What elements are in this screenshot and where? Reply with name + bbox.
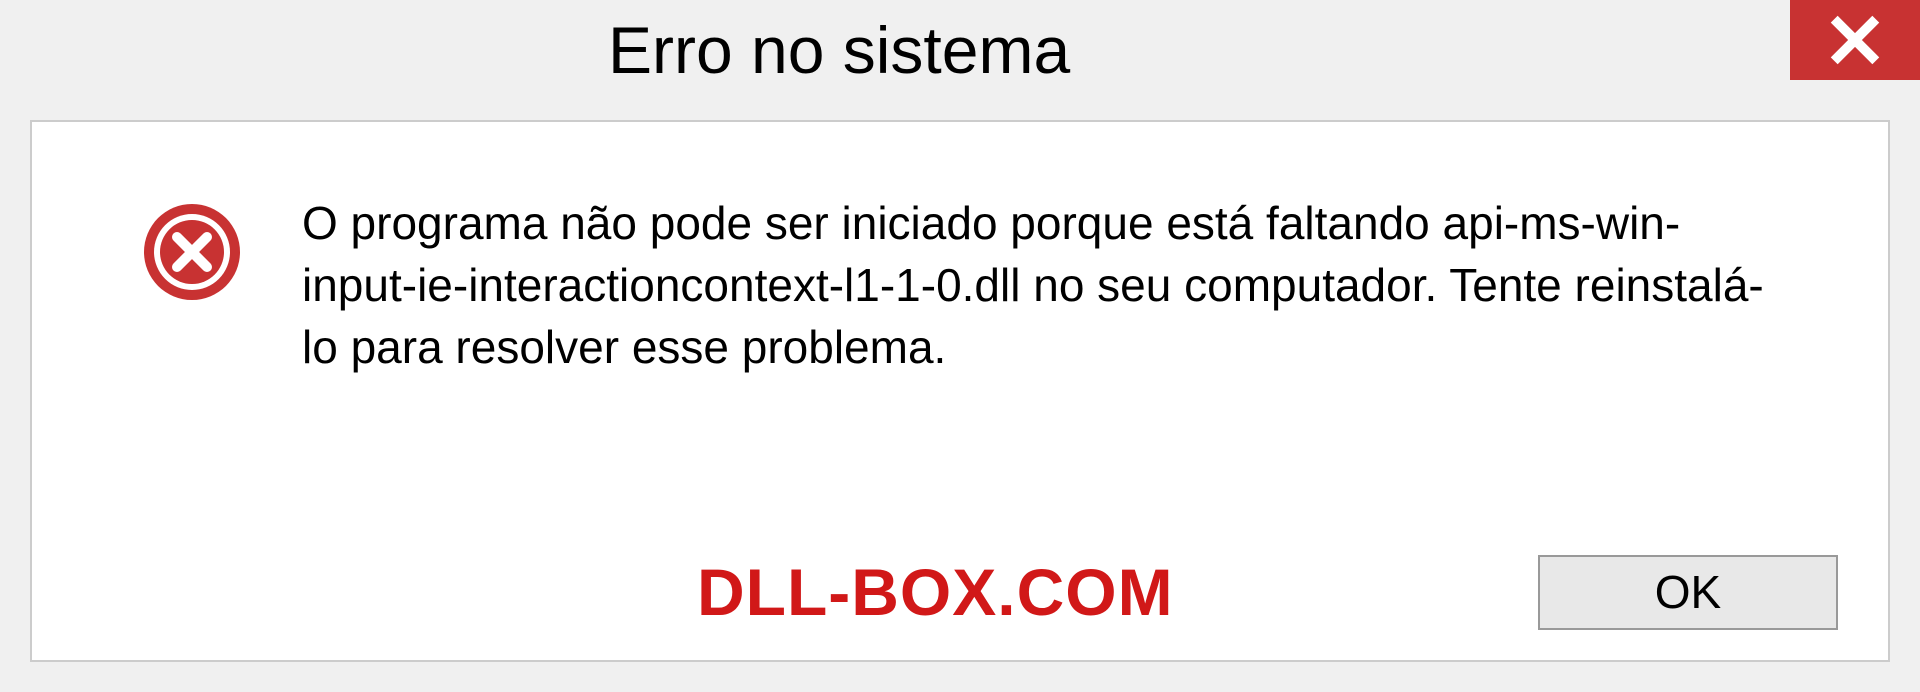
dialog-title: Erro no sistema [0, 12, 1070, 88]
titlebar: Erro no sistema [0, 0, 1920, 100]
close-button[interactable] [1790, 0, 1920, 80]
ok-button-label: OK [1655, 565, 1721, 619]
dialog-footer: DLL-BOX.COM OK [32, 554, 1888, 630]
error-icon [142, 192, 242, 307]
watermark-text: DLL-BOX.COM [32, 554, 1174, 630]
content-area: O programa não pode ser iniciado porque … [30, 120, 1890, 662]
close-icon [1829, 14, 1881, 66]
error-dialog: Erro no sistema O programa não pode ser … [0, 0, 1920, 692]
error-message: O programa não pode ser iniciado porque … [302, 192, 1828, 378]
message-row: O programa não pode ser iniciado porque … [32, 122, 1888, 418]
ok-button[interactable]: OK [1538, 555, 1838, 630]
